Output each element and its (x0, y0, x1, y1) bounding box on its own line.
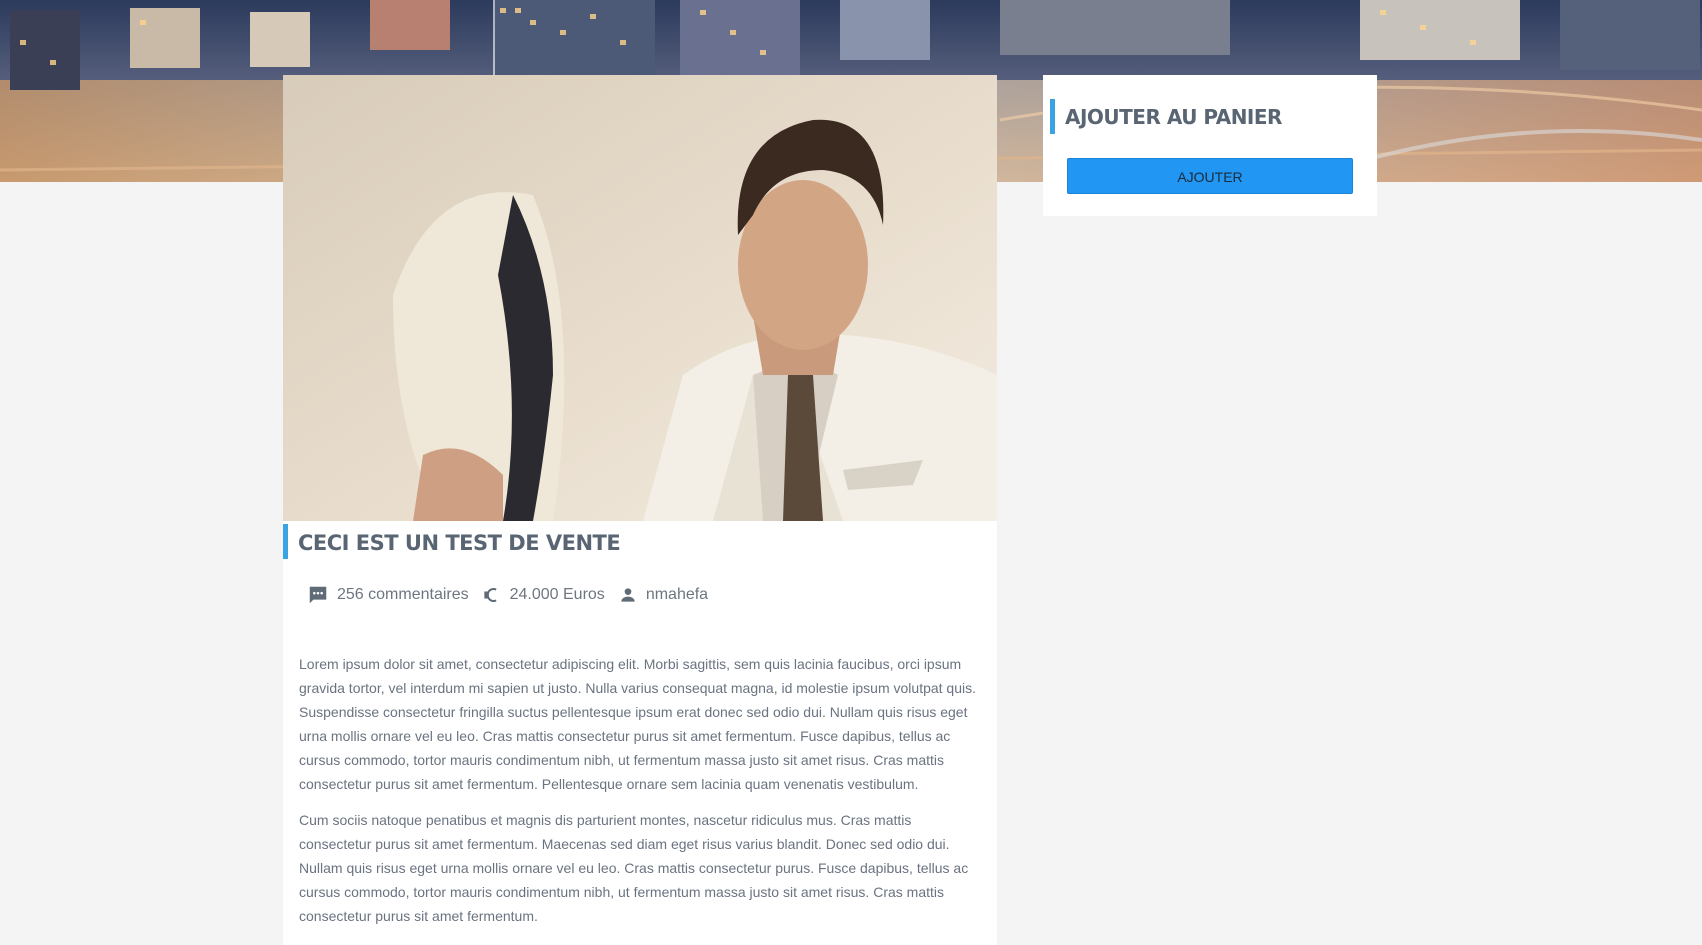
post-title: CECI EST UN TEST DE VENTE (298, 531, 621, 555)
price: 24.000 Euros (482, 585, 605, 605)
post-paragraph: Cum sociis natoque penatibus et magnis d… (299, 812, 969, 924)
author-label: nmahefa (645, 586, 709, 603)
author[interactable]: nmahefa (618, 585, 708, 605)
post-body: Lorem ipsum dolor sit amet, consectetur … (299, 652, 983, 940)
post-title-row: CECI EST UN TEST DE VENTE (283, 524, 997, 561)
post-card: CECI EST UN TEST DE VENTE 256 commentair… (283, 75, 997, 945)
price-label: 24.000 Euros (509, 586, 605, 603)
widget-accent-bar (1050, 99, 1055, 134)
comment-icon (309, 586, 327, 604)
euro-icon (483, 588, 497, 602)
person-icon (621, 588, 635, 602)
title-accent-bar (283, 524, 288, 559)
widget-title: AJOUTER AU PANIER (1065, 105, 1282, 129)
comments-label: 256 commentaires (337, 586, 469, 603)
post-paragraph: Lorem ipsum dolor sit amet, consectetur … (299, 656, 977, 792)
post-image (283, 75, 997, 521)
add-to-cart-button[interactable]: AJOUTER (1067, 158, 1353, 194)
cart-widget: AJOUTER AU PANIER AJOUTER (1043, 75, 1377, 216)
comments-count[interactable]: 256 commentaires (307, 584, 469, 606)
post-meta: 256 commentaires 24.000 Euros nmahefa (307, 580, 721, 610)
